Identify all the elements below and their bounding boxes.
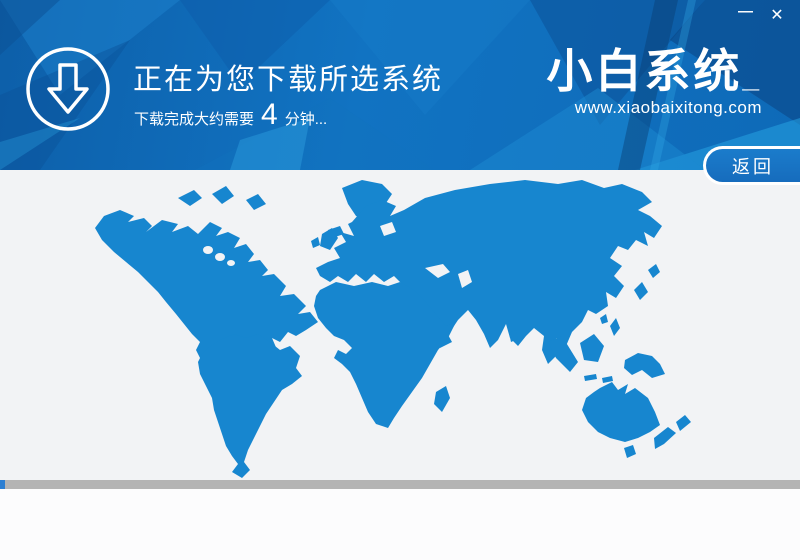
logo-underscore: _ <box>742 61 762 94</box>
brand-logo: 小白系统_ www.xiaobaixitong.com <box>546 48 762 118</box>
progress-bar-track <box>0 480 800 489</box>
eta-suffix: 分钟... <box>285 108 328 129</box>
world-map <box>0 170 800 480</box>
page-title: 正在为您下载所选系统 <box>133 56 443 98</box>
eta-text: 下载完成大约需要 4 分钟... <box>134 98 327 132</box>
close-button[interactable]: ✕ <box>764 2 790 28</box>
header: — ✕ 正在为您下载所选系统 下载完成大约需要 4 分钟... 小白系统_ ww… <box>0 0 800 170</box>
brand-website: www.xiaobaixitong.com <box>546 98 762 118</box>
back-button[interactable]: 返回 <box>703 146 800 185</box>
progress-bar-fill <box>0 480 5 489</box>
app-window: — ✕ 正在为您下载所选系统 下载完成大约需要 4 分钟... 小白系统_ ww… <box>0 0 800 560</box>
map-panel <box>0 170 800 480</box>
brand-logo-text: 小白系统_ <box>546 48 762 94</box>
eta-prefix: 下载完成大约需要 <box>134 108 254 129</box>
minimize-button[interactable]: — <box>732 0 758 24</box>
eta-minutes: 4 <box>261 98 278 132</box>
download-icon <box>24 45 112 133</box>
status-footer: 下载状态： 正在下载 保存路径： G:\XBGhost\xiaobai_CZ_w… <box>0 489 800 560</box>
